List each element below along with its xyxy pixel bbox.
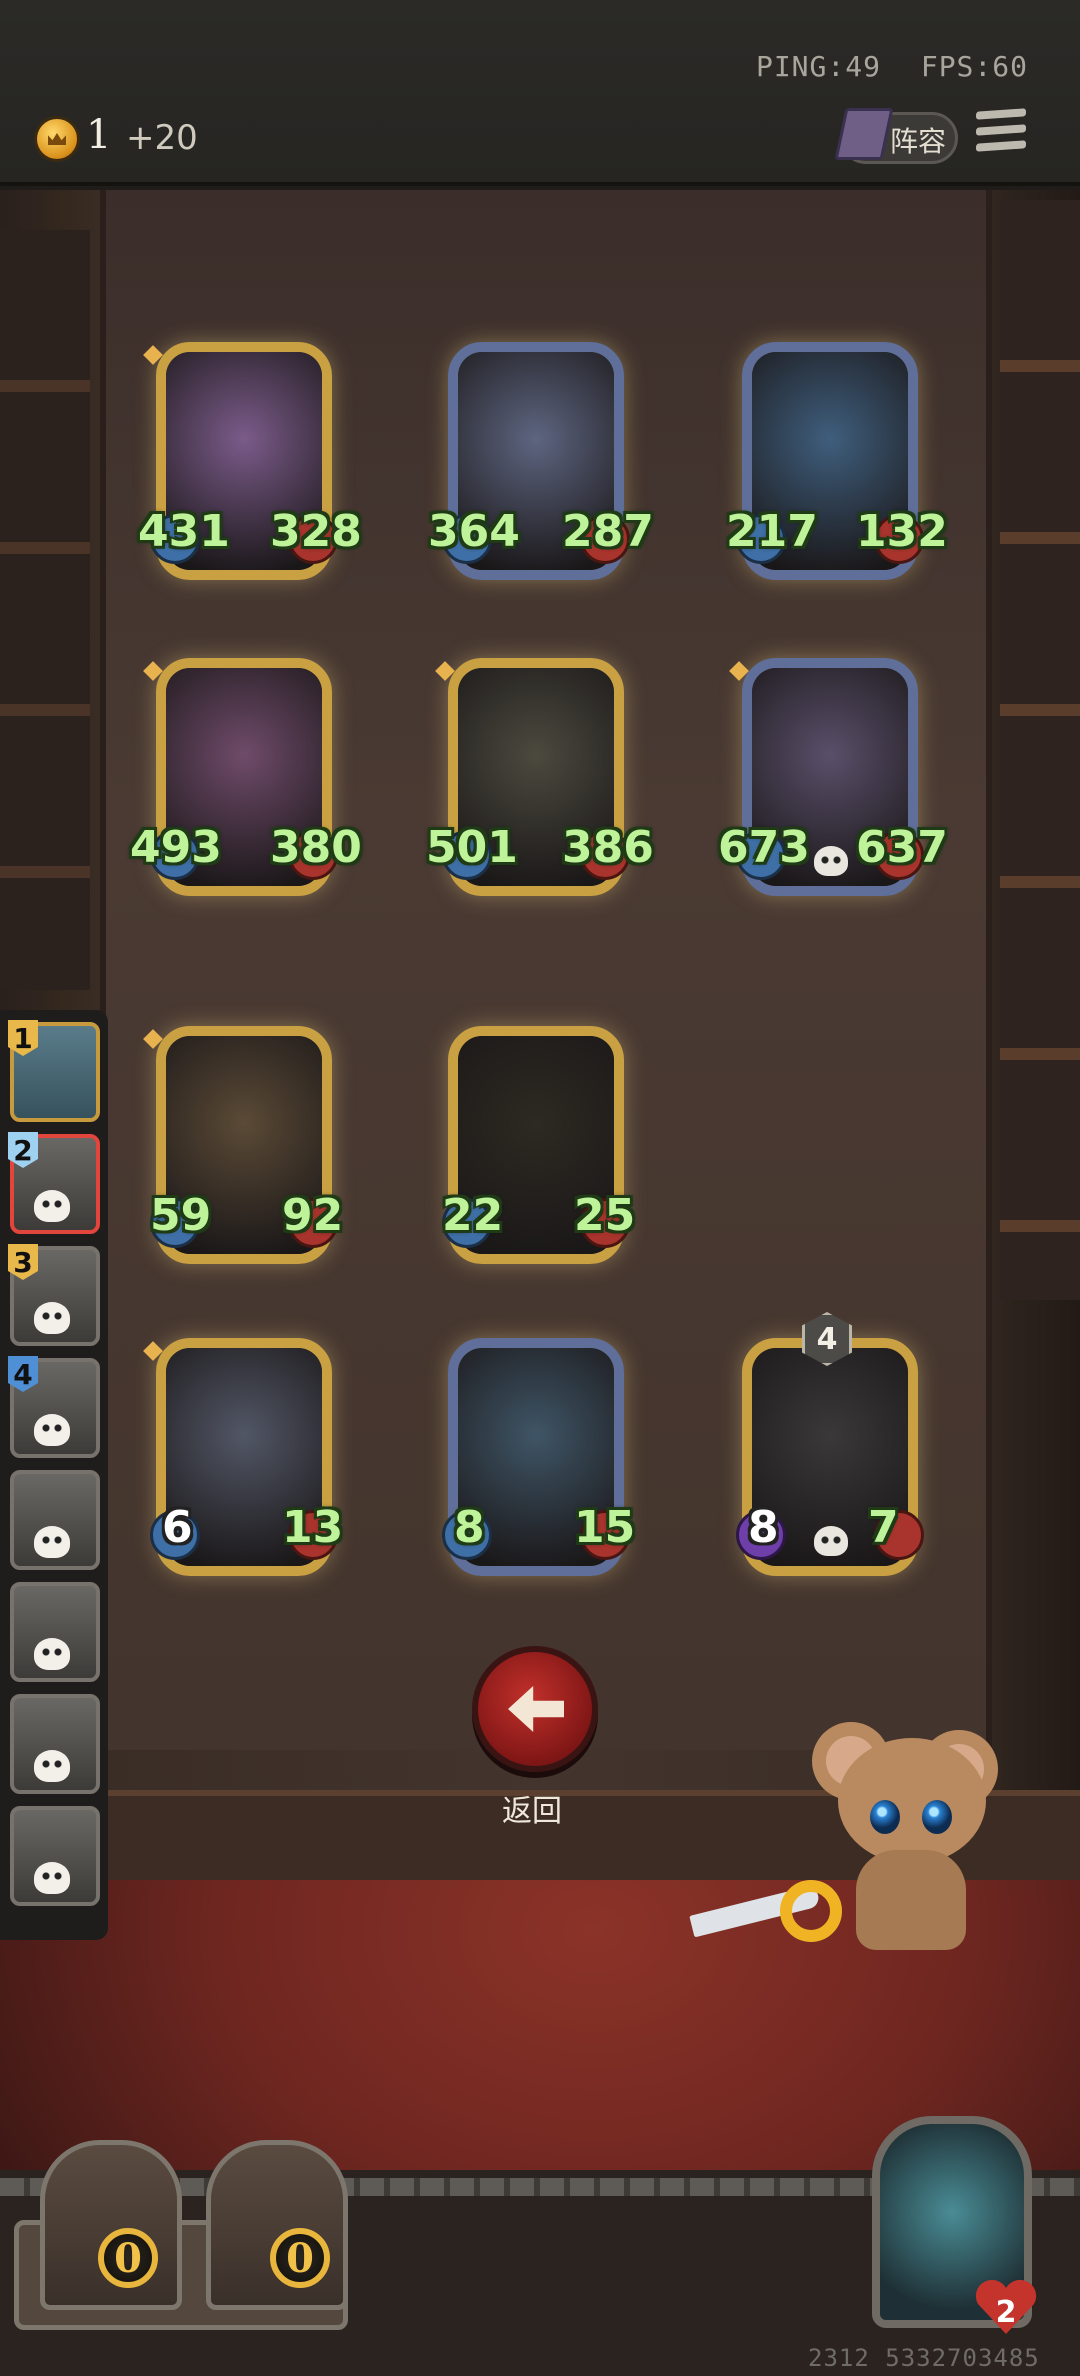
- attack-value: 22: [442, 1190, 504, 1241]
- attack-value: 493: [130, 822, 222, 873]
- back-arrow-icon: [508, 1686, 564, 1732]
- health-value: 328: [270, 506, 362, 557]
- health-value: 380: [270, 822, 362, 873]
- health-value: 7: [868, 1502, 899, 1553]
- ping-readout: PING:49: [755, 50, 881, 83]
- health-value: 287: [562, 506, 654, 557]
- health-value: 132: [856, 506, 948, 557]
- attack-value: 431: [138, 506, 230, 557]
- health-value: 2: [995, 2294, 1017, 2330]
- minion-card[interactable]: 8 15: [438, 1334, 636, 1584]
- player-slot[interactable]: 1: [8, 1020, 100, 1122]
- skull-icon: [814, 846, 848, 876]
- player-roster: 1 2 3 4: [0, 1010, 108, 1940]
- minion-card[interactable]: 431 328: [138, 338, 362, 588]
- skull-icon: [34, 1638, 70, 1670]
- skull-icon: [34, 1190, 70, 1222]
- rank-badge: 4: [8, 1356, 38, 1392]
- player-slot[interactable]: [10, 1470, 100, 1570]
- health-value: 637: [856, 822, 948, 873]
- health-value: 15: [574, 1502, 636, 1553]
- minion-card[interactable]: 501 386: [426, 654, 654, 904]
- skull-icon: [34, 1526, 70, 1558]
- network-stats: PING:49 FPS:60: [734, 50, 1028, 83]
- minion-card[interactable]: 217 132: [726, 338, 948, 588]
- right-chest[interactable]: [206, 2140, 348, 2310]
- gold-income: +20: [126, 118, 198, 158]
- skull-icon: [814, 1526, 848, 1556]
- player-slot[interactable]: 4: [8, 1356, 100, 1458]
- rank-badge: 2: [8, 1132, 38, 1168]
- minion-card[interactable]: 22 25: [438, 1022, 636, 1272]
- skull-icon: [34, 1302, 70, 1334]
- right-chest-count: 0: [270, 2228, 330, 2288]
- minion-card[interactable]: 4 8 7: [732, 1312, 928, 1584]
- top-hud: PING:49 FPS:60 1 +20 阵容: [0, 0, 1080, 186]
- attack-value: 364: [428, 506, 520, 557]
- gold-coin-icon: [34, 116, 80, 162]
- attack-value: 501: [426, 822, 518, 873]
- attack-value: 8: [748, 1502, 779, 1553]
- back-label: 返回: [502, 1794, 562, 1829]
- minion-card[interactable]: 493 380: [130, 654, 362, 904]
- attack-value: 59: [150, 1190, 212, 1241]
- skull-icon: [34, 1750, 70, 1782]
- left-chest[interactable]: [40, 2140, 182, 2310]
- minion-card[interactable]: 6 13: [143, 1334, 344, 1584]
- health-value: 386: [562, 822, 654, 873]
- skull-icon: [34, 1862, 70, 1894]
- player-slot[interactable]: [10, 1806, 100, 1906]
- attack-value: 673: [718, 822, 810, 873]
- rank-badge: 3: [8, 1244, 38, 1280]
- health-value: 25: [574, 1190, 636, 1241]
- right-bookshelf: [1000, 200, 1080, 1300]
- fps-readout: FPS:60: [920, 50, 1028, 83]
- rank-badge: 1: [8, 1020, 38, 1056]
- attack-value: 8: [454, 1502, 485, 1553]
- back-button[interactable]: [472, 1646, 598, 1772]
- health-value: 92: [282, 1190, 344, 1241]
- left-chest-count: 0: [98, 2228, 158, 2288]
- health-value: 13: [282, 1502, 344, 1553]
- player-slot[interactable]: [10, 1582, 100, 1682]
- left-bookshelf: [0, 230, 90, 990]
- minion-card[interactable]: 59 92: [143, 1022, 344, 1272]
- player-slot[interactable]: 2: [8, 1132, 100, 1234]
- minion-card[interactable]: 673 637: [718, 654, 948, 904]
- minion-card[interactable]: 364 287: [428, 338, 654, 588]
- attack-value: 217: [726, 506, 818, 557]
- skull-icon: [34, 1414, 70, 1446]
- gold-count: 1: [86, 112, 112, 158]
- lineup-label: 阵容: [890, 125, 947, 158]
- player-slot[interactable]: [10, 1694, 100, 1794]
- menu-icon[interactable]: [976, 108, 1026, 158]
- player-slot[interactable]: 3: [8, 1244, 100, 1346]
- attack-value: 6: [162, 1502, 193, 1553]
- player-id: 2312 5332703485: [808, 2344, 1040, 2372]
